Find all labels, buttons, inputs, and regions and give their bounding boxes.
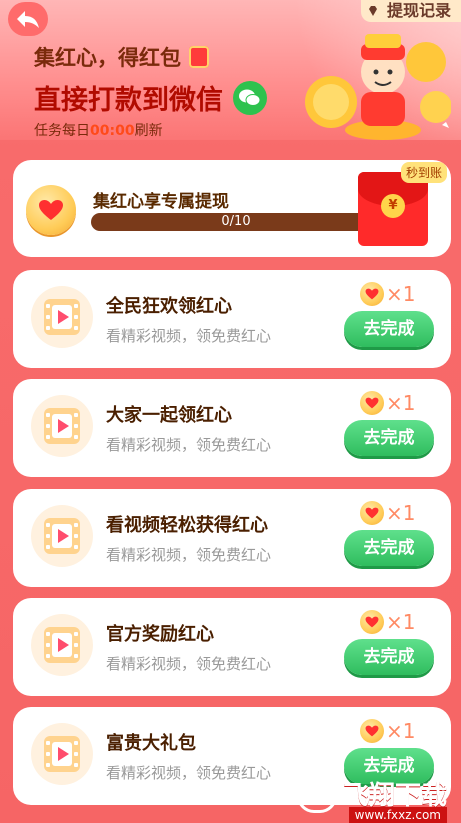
task-subtitle: 看精彩视频，领免费红心 — [106, 655, 272, 673]
heart-coin-icon — [360, 391, 384, 415]
task-title: 看视频轻松获得红心 — [106, 515, 268, 536]
complete-task-button[interactable]: 去完成 — [344, 420, 434, 456]
complete-task-button[interactable]: 去完成 — [344, 311, 434, 347]
back-button[interactable] — [8, 2, 48, 36]
task-subtitle: 看精彩视频，领免费红心 — [106, 546, 272, 564]
task-subtitle: 看精彩视频，领免费红心 — [106, 764, 272, 782]
withdraw-history-link[interactable]: 提现记录 — [360, 0, 461, 22]
heart-coin-icon — [360, 719, 384, 743]
withdraw-title: 集红心享专属提现 — [93, 192, 229, 212]
task-subtitle: 看精彩视频，领免费红心 — [106, 327, 272, 345]
heart-coin-icon — [360, 282, 384, 306]
reward-count: ×1 — [386, 501, 416, 525]
task-reward: ×1 — [360, 719, 415, 743]
watermark-text: 飞翔下载 — [342, 780, 447, 811]
refresh-note: 任务每日00:00刷新 — [34, 120, 163, 140]
task-reward: ×1 — [360, 391, 415, 415]
task-title: 大家一起领红心 — [106, 405, 232, 426]
task-card: 大家一起领红心 看精彩视频，领免费红心 ×1 去完成 — [13, 379, 451, 477]
task-title: 官方奖励红心 — [106, 624, 214, 645]
withdraw-card: 集红心享专属提现 0/10 ¥ 秒到账 — [13, 160, 451, 257]
reward-count: ×1 — [386, 282, 416, 306]
refresh-time: 00:00 — [90, 123, 135, 139]
task-reward: ×1 — [360, 282, 415, 306]
task-reward: ×1 — [360, 501, 415, 525]
task-card: 全民狂欢领红心 看精彩视频，领免费红心 ×1 去完成 — [13, 270, 451, 368]
video-task-icon — [31, 505, 93, 567]
task-title: 全民狂欢领红心 — [106, 296, 232, 317]
video-task-icon — [31, 395, 93, 457]
watermark-logo-icon — [296, 773, 337, 813]
refresh-prefix: 任务每日 — [34, 123, 90, 139]
history-label: 提现记录 — [386, 1, 451, 20]
reward-count: ×1 — [386, 610, 416, 634]
video-task-icon — [31, 286, 93, 348]
task-reward: ×1 — [360, 610, 415, 634]
video-task-icon — [31, 723, 93, 785]
refresh-suffix: 刷新 — [134, 123, 163, 139]
back-arrow-icon — [17, 11, 39, 28]
red-envelope-button[interactable]: ¥ — [358, 172, 428, 246]
god-of-wealth-mascot-icon — [305, 34, 451, 140]
watermark-url: www.fxxz.com — [348, 807, 447, 823]
headline-1: 集红心，得红包 — [34, 42, 209, 72]
headline-1-text: 集红心，得红包 — [34, 46, 181, 70]
watermark: 飞翔下载 www.fxxz.com — [296, 773, 447, 823]
task-card: 官方奖励红心 看精彩视频，领免费红心 ×1 去完成 — [13, 598, 451, 696]
task-subtitle: 看精彩视频，领免费红心 — [106, 436, 272, 454]
heart-coin-icon — [360, 610, 384, 634]
progress-text: 0/10 — [221, 214, 251, 229]
headline-2-text: 直接打款到微信 — [34, 85, 223, 116]
red-packet-icon — [189, 46, 209, 68]
instant-arrival-badge: 秒到账 — [401, 162, 448, 183]
task-card: 看视频轻松获得红心 看精彩视频，领免费红心 ×1 去完成 — [13, 489, 451, 587]
wechat-icon — [233, 80, 267, 115]
yuan-coin-icon: ¥ — [381, 194, 405, 218]
complete-task-button[interactable]: 去完成 — [344, 530, 434, 566]
heart-coin-icon — [26, 185, 76, 235]
complete-task-button[interactable]: 去完成 — [344, 639, 434, 675]
video-task-icon — [31, 614, 93, 676]
task-title: 富贵大礼包 — [106, 733, 196, 754]
reward-count: ×1 — [386, 719, 416, 743]
reward-count: ×1 — [386, 391, 416, 415]
diamond-icon — [368, 6, 377, 16]
headline-2: 直接打款到微信 — [34, 78, 267, 117]
heart-coin-icon — [360, 501, 384, 525]
